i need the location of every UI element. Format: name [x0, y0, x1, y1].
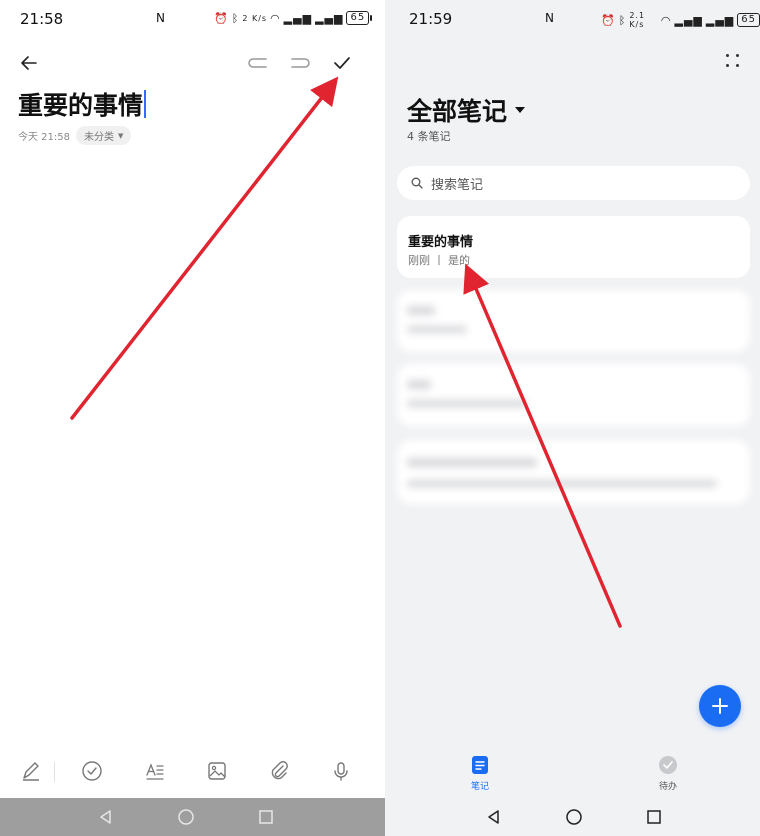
page-title: 全部笔记	[407, 97, 508, 126]
system-nav-bar	[385, 798, 760, 836]
add-note-button[interactable]	[699, 685, 741, 727]
toolbar-divider	[54, 762, 55, 782]
note-title-input[interactable]: 重要的事情	[18, 86, 147, 122]
back-arrow-icon[interactable]	[16, 50, 42, 76]
wifi-icon: ◠	[660, 13, 672, 27]
tab-todo[interactable]: 待办	[638, 755, 698, 792]
note-card-title: 重要的事情	[408, 235, 474, 250]
status-time: 21:59	[409, 10, 453, 28]
alarm-icon: ⏰	[214, 11, 229, 25]
nav-back-icon[interactable]	[95, 806, 117, 828]
plus-icon	[712, 698, 728, 714]
status-time: 21:58	[20, 10, 64, 28]
tab-notes-label: 笔记	[470, 782, 489, 792]
undo-icon[interactable]	[245, 50, 271, 76]
tab-todo-label: 待办	[658, 782, 677, 792]
signal-icon-2: ▂▄▆	[315, 11, 344, 25]
status-bar: 21:58 N ⏰ ᛒ 2 K/s ◠ ▂▄▆ ▂▄▆ 65	[0, 0, 385, 38]
note-meta: 今天 21:58 未分类 ▼	[18, 126, 132, 145]
blurred-notes	[397, 290, 750, 504]
attachment-icon[interactable]	[264, 756, 294, 786]
nav-back-icon[interactable]	[483, 806, 505, 828]
net-speed: 2 K/s	[242, 13, 268, 23]
status-icons: ⏰ ᛒ 2.1 K/s ◠ ▂▄▆ ▂▄▆ 65	[601, 11, 760, 29]
battery-icon: 65	[346, 11, 372, 25]
search-placeholder: 搜索笔记	[431, 177, 484, 193]
todo-tab-icon	[659, 756, 677, 774]
redo-icon[interactable]	[287, 50, 313, 76]
battery-icon: 65	[737, 13, 760, 27]
signal-icon: ▂▄▆	[283, 11, 313, 25]
nav-home-icon[interactable]	[563, 806, 585, 828]
note-date: 今天 21:58	[18, 132, 70, 143]
text-cursor	[144, 90, 147, 118]
status-icons: ⏰ ᛒ 2 K/s ◠ ▂▄▆ ▂▄▆ 65	[214, 11, 372, 25]
category-label: 未分类	[84, 132, 114, 143]
nav-home-icon[interactable]	[175, 806, 197, 828]
note-card[interactable]	[397, 290, 750, 352]
nfc-icon: N	[156, 11, 165, 25]
note-card[interactable]	[397, 440, 750, 504]
more-options-icon[interactable]	[724, 52, 742, 70]
nfc-icon: N	[545, 11, 554, 25]
search-icon	[411, 177, 423, 189]
status-bar: 21:59 N ⏰ ᛒ 2.1 K/s ◠ ▂▄▆ ▂▄▆ 65	[385, 0, 760, 38]
note-card-subtitle: 刚刚 丨 是的	[408, 254, 470, 267]
folder-selector[interactable]: 全部笔记	[407, 92, 526, 128]
signal-icon-2: ▂▄▆	[705, 13, 735, 27]
image-icon[interactable]	[202, 756, 232, 786]
search-bar[interactable]: 搜索笔记	[397, 166, 750, 200]
bluetooth-icon: ᛒ	[618, 13, 627, 27]
note-title-text: 重要的事情	[18, 91, 144, 120]
bluetooth-icon: ᛒ	[231, 11, 240, 25]
category-selector[interactable]: 未分类 ▼	[76, 126, 132, 145]
tab-notes[interactable]: 笔记	[450, 755, 510, 792]
nav-recents-icon[interactable]	[643, 806, 665, 828]
checklist-icon[interactable]	[77, 756, 107, 786]
note-editor-screen: 21:58 N ⏰ ᛒ 2 K/s ◠ ▂▄▆ ▂▄▆ 65 重要的事情 今天 …	[0, 0, 385, 836]
notes-count: 4 条笔记	[407, 130, 451, 143]
text-format-icon[interactable]	[140, 756, 170, 786]
notes-list-screen: 21:59 N ⏰ ᛒ 2.1 K/s ◠ ▂▄▆ ▂▄▆ 65 全部笔记 4 …	[385, 0, 760, 836]
pen-icon[interactable]	[16, 756, 46, 786]
system-nav-bar	[0, 798, 385, 836]
note-card[interactable]: 重要的事情 刚刚 丨 是的	[397, 216, 750, 278]
net-speed: 2.1 K/s	[629, 11, 646, 29]
microphone-icon[interactable]	[326, 756, 356, 786]
editor-toolbar	[0, 756, 385, 788]
signal-icon: ▂▄▆	[674, 13, 703, 27]
notes-tab-icon	[472, 756, 488, 774]
chevron-down-icon: ▼	[118, 131, 124, 140]
wifi-icon: ◠	[270, 11, 281, 25]
note-card[interactable]	[397, 364, 750, 426]
done-check-icon[interactable]	[329, 50, 355, 76]
alarm-icon: ⏰	[601, 13, 616, 27]
caret-down-icon	[515, 107, 526, 113]
nav-recents-icon[interactable]	[255, 806, 277, 828]
